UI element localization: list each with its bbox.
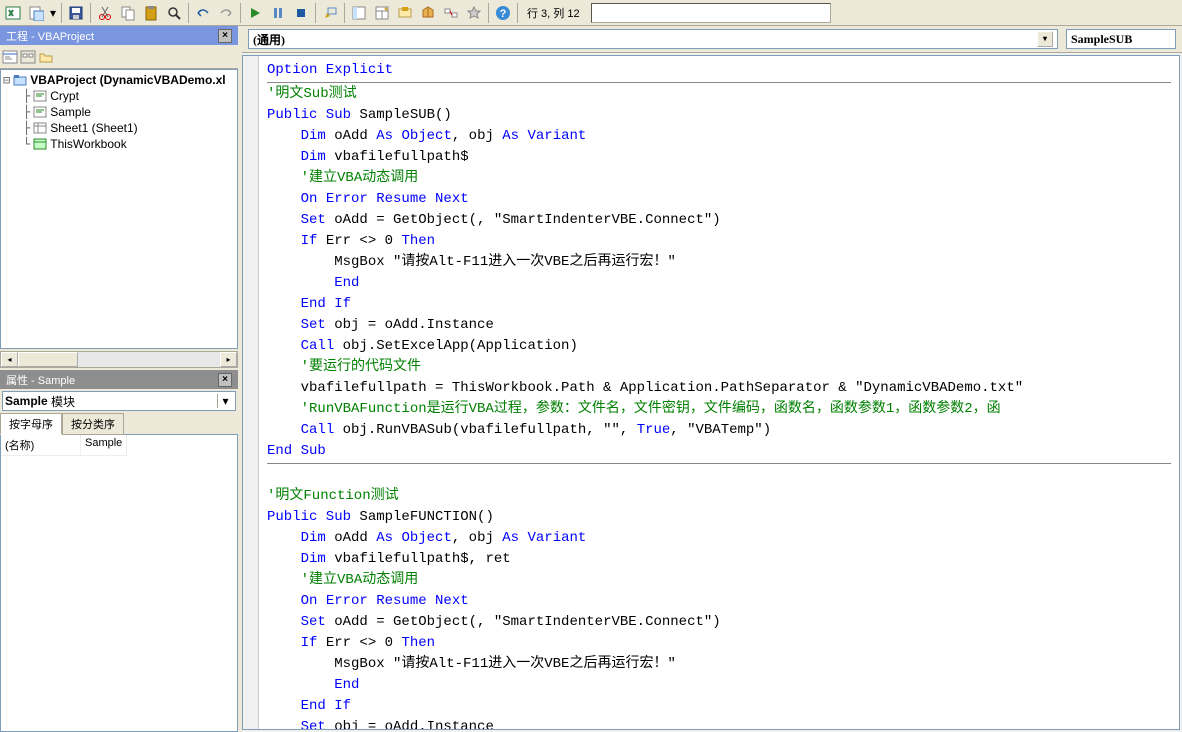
- paste-icon[interactable]: [140, 2, 162, 24]
- tab-categorized[interactable]: 按分类序: [62, 413, 124, 435]
- tree-item[interactable]: └ThisWorkbook: [3, 136, 235, 152]
- save-icon[interactable]: [65, 2, 87, 24]
- scroll-right-icon[interactable]: ▸: [220, 352, 237, 367]
- code-window-header: (通用) ▾ SampleSUB: [242, 26, 1182, 53]
- project-toolbar: [0, 45, 238, 69]
- run-icon[interactable]: [244, 2, 266, 24]
- view-code-icon[interactable]: [2, 50, 18, 64]
- options-icon[interactable]: [463, 2, 485, 24]
- properties-window-icon[interactable]: [371, 2, 393, 24]
- property-name: (名称): [1, 435, 81, 456]
- copy-icon[interactable]: [117, 2, 139, 24]
- design-mode-icon[interactable]: [319, 2, 341, 24]
- tree-project-root[interactable]: ⊟ VBAProject (DynamicVBADemo.xl: [3, 72, 235, 88]
- properties-panel: 属性 - Sample × Sample 模块 ▾ 按字母序 按分类序 (名称)…: [0, 370, 238, 732]
- stop-icon[interactable]: [290, 2, 312, 24]
- module-icon: [32, 105, 48, 119]
- main-toolbar: ▾ ? 行 3, 列 12: [0, 0, 1182, 26]
- tree-item[interactable]: ├Sheet1 (Sheet1): [3, 120, 235, 136]
- tab-alphabetic[interactable]: 按字母序: [0, 413, 62, 435]
- properties-tabs: 按字母序 按分类序: [0, 413, 238, 435]
- chevron-down-icon[interactable]: ▾: [217, 394, 233, 408]
- redo-icon[interactable]: [215, 2, 237, 24]
- close-icon[interactable]: ×: [218, 373, 232, 387]
- properties-object-selector[interactable]: Sample 模块 ▾: [2, 391, 236, 411]
- scroll-left-icon[interactable]: ◂: [1, 352, 18, 367]
- project-tree[interactable]: ⊟ VBAProject (DynamicVBADemo.xl ├Crypt ├…: [0, 69, 238, 349]
- insert-icon[interactable]: [25, 2, 47, 24]
- sheet-icon: [32, 121, 48, 135]
- chevron-down-icon[interactable]: ▾: [1037, 31, 1053, 47]
- svg-text:?: ?: [500, 8, 507, 20]
- project-explorer-icon[interactable]: [348, 2, 370, 24]
- help-icon[interactable]: ?: [492, 2, 514, 24]
- code-editor[interactable]: Option Explicit '明文Sub测试 Public Sub Samp…: [242, 55, 1180, 730]
- margin-indicator-bar[interactable]: [243, 56, 259, 729]
- folder-toggle-icon[interactable]: [38, 50, 54, 64]
- properties-grid[interactable]: (名称) Sample: [0, 434, 238, 732]
- toolbox-icon[interactable]: [417, 2, 439, 24]
- property-row[interactable]: (名称) Sample: [1, 435, 237, 456]
- tab-order-icon[interactable]: [440, 2, 462, 24]
- project-explorer-panel: 工程 - VBAProject × ⊟ VBAProject (DynamicV…: [0, 26, 238, 368]
- workbook-icon: [32, 137, 48, 151]
- properties-title: 属性 - Sample ×: [0, 370, 238, 389]
- project-panel-title: 工程 - VBAProject ×: [0, 26, 238, 45]
- view-object-icon[interactable]: [20, 50, 36, 64]
- scroll-thumb[interactable]: [18, 352, 78, 367]
- tree-horizontal-scrollbar[interactable]: ◂ ▸: [0, 351, 238, 368]
- close-icon[interactable]: ×: [218, 29, 232, 43]
- object-selector[interactable]: (通用) ▾: [248, 29, 1058, 49]
- tree-item[interactable]: ├Sample: [3, 104, 235, 120]
- dropdown-arrow-icon[interactable]: ▾: [48, 6, 58, 20]
- module-icon: [32, 89, 48, 103]
- status-box: [591, 3, 831, 23]
- cut-icon[interactable]: [94, 2, 116, 24]
- tree-item[interactable]: ├Crypt: [3, 88, 235, 104]
- undo-icon[interactable]: [192, 2, 214, 24]
- find-icon[interactable]: [163, 2, 185, 24]
- procedure-selector[interactable]: SampleSUB: [1066, 29, 1176, 49]
- pause-icon[interactable]: [267, 2, 289, 24]
- project-icon: [12, 73, 28, 87]
- excel-icon[interactable]: [2, 2, 24, 24]
- cursor-position-label: 行 3, 列 12: [521, 5, 586, 21]
- property-value[interactable]: Sample: [81, 435, 127, 456]
- object-browser-icon[interactable]: [394, 2, 416, 24]
